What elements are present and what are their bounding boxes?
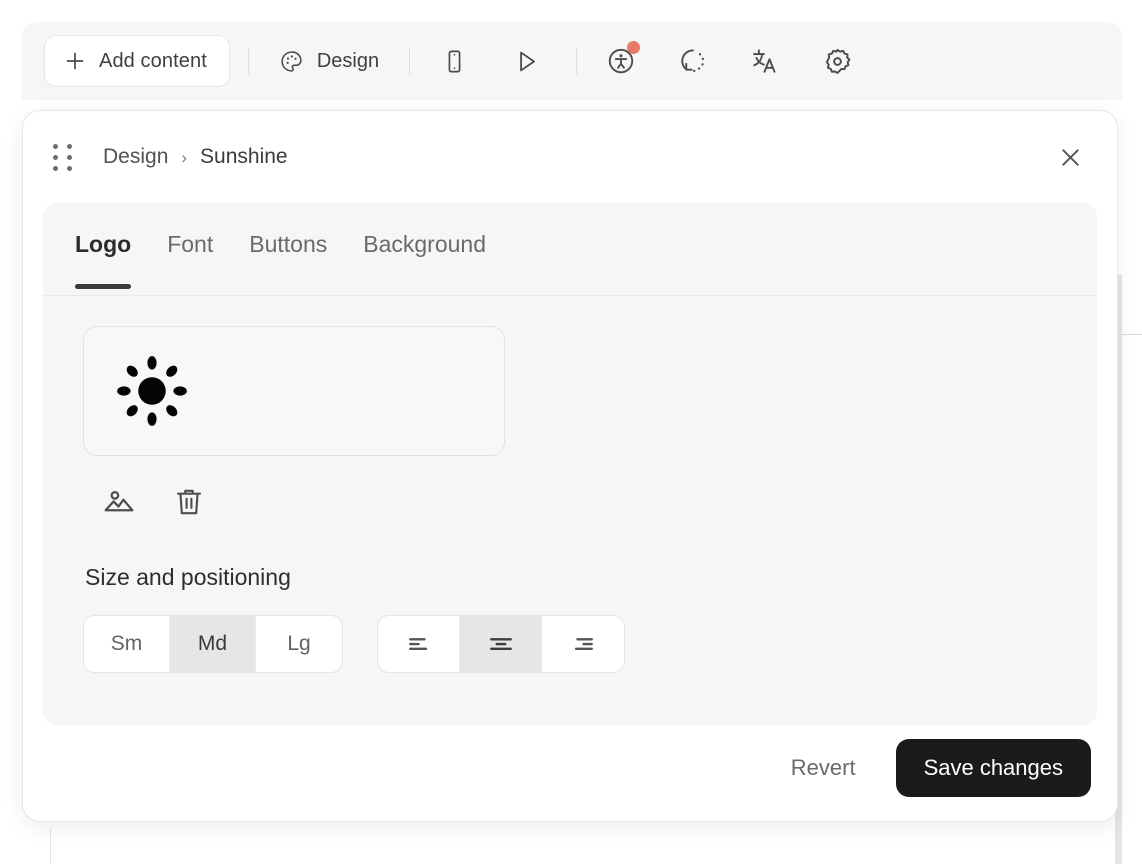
- breadcrumb: Design › Sunshine: [103, 145, 1047, 169]
- logo-preview[interactable]: [83, 326, 505, 456]
- tab-buttons[interactable]: Buttons: [249, 231, 327, 298]
- align-center-button[interactable]: [460, 616, 542, 672]
- notification-badge: [627, 41, 641, 54]
- close-icon: [1061, 148, 1079, 166]
- size-positioning-controls: Sm Md Lg: [83, 615, 1057, 673]
- tab-logo[interactable]: Logo: [75, 231, 132, 298]
- align-right-icon: [574, 638, 593, 650]
- design-panel: Design › Sunshine Logo Font Buttons Back…: [22, 110, 1118, 822]
- play-preview-button[interactable]: [500, 35, 552, 87]
- tab-logo-label: Logo: [75, 231, 132, 257]
- tab-buttons-label: Buttons: [249, 231, 328, 257]
- close-panel-button[interactable]: [1047, 134, 1093, 180]
- breadcrumb-current: Sunshine: [200, 145, 288, 168]
- size-option-md[interactable]: Md: [170, 616, 256, 672]
- canvas-right-separator: [1122, 334, 1142, 335]
- mobile-preview-icon: [448, 50, 461, 72]
- replace-image-icon: [104, 490, 134, 512]
- chevron-right-icon: ›: [181, 147, 188, 167]
- logo-size-segmented-control: Sm Md Lg: [83, 615, 343, 673]
- add-content-label: Add content: [99, 49, 207, 72]
- editor-toolbar: Add content Design: [22, 22, 1122, 100]
- undo-history-icon: [681, 49, 705, 73]
- accessibility-button[interactable]: [595, 35, 647, 87]
- delete-logo-icon: [177, 489, 201, 515]
- tab-background-label: Background: [363, 231, 486, 257]
- align-left-icon: [408, 638, 427, 650]
- plus-icon: [66, 52, 84, 70]
- design-tabs: Logo Font Buttons Background: [43, 203, 1097, 296]
- tab-background[interactable]: Background: [363, 231, 486, 298]
- palette-icon: [281, 50, 302, 72]
- toolbar-divider-2: [409, 48, 411, 74]
- design-button[interactable]: Design: [267, 39, 391, 83]
- panel-header: Design › Sunshine: [23, 111, 1117, 203]
- logo-actions: [99, 482, 1057, 522]
- breadcrumb-parent[interactable]: Design: [103, 145, 168, 169]
- logo-alignment-segmented-control: [377, 615, 625, 673]
- size-section-title: Size and positioning: [85, 564, 291, 590]
- panel-footer: Revert Save changes: [23, 723, 1117, 821]
- design-button-label: Design: [316, 49, 380, 72]
- align-center-icon: [489, 638, 512, 650]
- canvas-right-panel: [1122, 335, 1142, 864]
- sun-logo: [117, 356, 187, 426]
- replace-image-button[interactable]: [99, 482, 139, 522]
- size-option-lg[interactable]: Lg: [256, 616, 342, 672]
- undo-history-button[interactable]: [667, 35, 719, 87]
- align-left-button[interactable]: [378, 616, 460, 672]
- logo-tab-panel: Size and positioning Sm Md Lg: [43, 296, 1097, 673]
- mobile-preview-button[interactable]: [428, 35, 480, 87]
- add-content-button[interactable]: Add content: [44, 35, 230, 87]
- tab-font-label: Font: [167, 231, 214, 257]
- size-option-md-label: Md: [197, 632, 228, 655]
- delete-logo-button[interactable]: [169, 482, 209, 522]
- drag-dots-icon[interactable]: [53, 144, 75, 171]
- translate-button[interactable]: [739, 35, 791, 87]
- align-right-button[interactable]: [542, 616, 624, 672]
- canvas-guide-line-left: [50, 828, 51, 864]
- save-changes-button[interactable]: Save changes: [895, 739, 1091, 797]
- translate-icon: [753, 49, 776, 73]
- design-settings-card: Logo Font Buttons Background Size and po…: [43, 203, 1097, 725]
- size-option-sm-label: Sm: [110, 632, 143, 655]
- settings-gear-icon: [825, 48, 851, 74]
- play-preview-icon: [519, 51, 535, 71]
- size-option-sm[interactable]: Sm: [84, 616, 170, 672]
- size-option-lg-label: Lg: [287, 632, 311, 655]
- revert-button[interactable]: Revert: [771, 741, 876, 795]
- toolbar-divider-3: [576, 48, 578, 74]
- settings-button[interactable]: [811, 35, 863, 87]
- tab-font[interactable]: Font: [167, 231, 213, 298]
- toolbar-divider-1: [247, 48, 249, 74]
